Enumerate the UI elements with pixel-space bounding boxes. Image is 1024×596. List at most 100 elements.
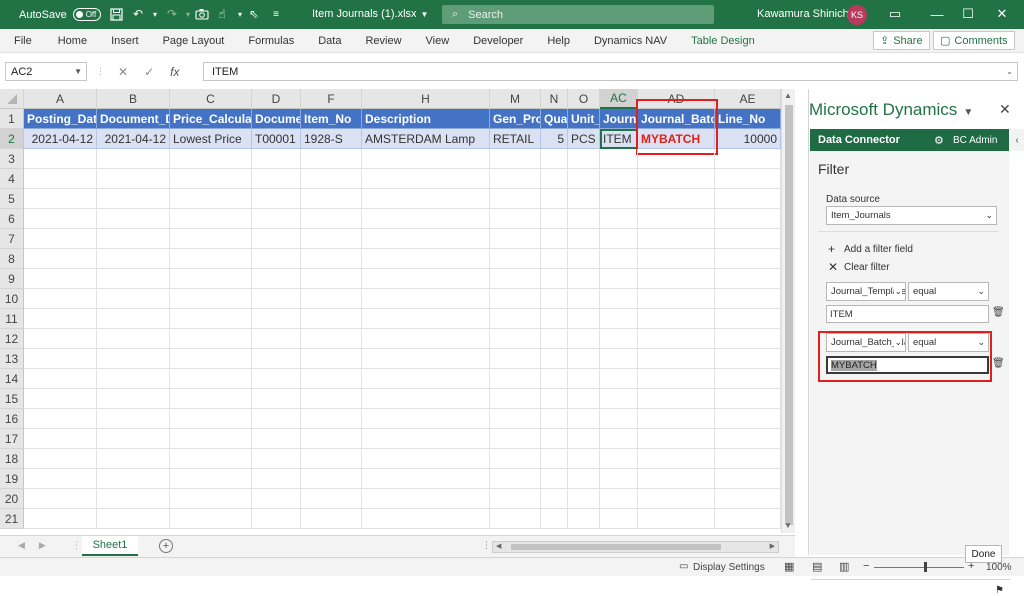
grid-cell[interactable] [301, 289, 362, 309]
grid-cell[interactable] [600, 389, 638, 409]
grid-cell[interactable] [97, 469, 170, 489]
grid-cell[interactable] [24, 329, 97, 349]
row-header[interactable]: 2 [0, 129, 24, 149]
grid-cell[interactable] [541, 269, 568, 289]
grid-cell[interactable] [600, 409, 638, 429]
grid-cell[interactable] [170, 269, 252, 289]
grid-cell[interactable] [541, 469, 568, 489]
grid-cell[interactable] [301, 469, 362, 489]
grid-cell[interactable] [568, 429, 600, 449]
column-header[interactable]: N [541, 89, 568, 109]
grid-cell[interactable] [715, 349, 781, 369]
grid-cell[interactable] [715, 249, 781, 269]
grid-cell[interactable] [600, 489, 638, 509]
grid-cell[interactable] [362, 429, 490, 449]
grid-cell[interactable] [568, 369, 600, 389]
grid-cell[interactable] [638, 189, 715, 209]
grid-cell[interactable] [170, 469, 252, 489]
grid-cell[interactable] [301, 329, 362, 349]
table-header-cell[interactable]: Item_No [301, 109, 362, 129]
grid-cell[interactable] [97, 229, 170, 249]
grid-cell[interactable] [97, 509, 170, 529]
table-cell[interactable]: AMSTERDAM Lamp [362, 129, 490, 149]
tab-review[interactable]: Review [353, 35, 413, 47]
grid-cell[interactable] [170, 349, 252, 369]
grid-cell[interactable] [490, 429, 541, 449]
grid-cell[interactable] [170, 489, 252, 509]
grid-cell[interactable] [362, 249, 490, 269]
horizontal-scrollbar[interactable]: ◀ ▶ [492, 541, 779, 553]
grid-cell[interactable] [362, 389, 490, 409]
grid-cell[interactable] [568, 269, 600, 289]
grid-cell[interactable] [638, 149, 715, 169]
row-header[interactable]: 17 [0, 429, 24, 449]
grid-cell[interactable] [568, 169, 600, 189]
grid-cell[interactable] [600, 269, 638, 289]
camera-icon[interactable] [194, 6, 210, 22]
grid-cell[interactable] [638, 309, 715, 329]
grid-cell[interactable] [715, 269, 781, 289]
grid-cell[interactable] [170, 189, 252, 209]
grid-cell[interactable] [252, 169, 301, 189]
grid-cell[interactable] [568, 409, 600, 429]
grid-cell[interactable] [715, 429, 781, 449]
grid-cell[interactable] [490, 369, 541, 389]
grid-cell[interactable] [252, 149, 301, 169]
table-header-cell[interactable]: Document_No [252, 109, 301, 129]
table-cell[interactable]: T00001 [252, 129, 301, 149]
grid-cell[interactable] [24, 229, 97, 249]
row-header[interactable]: 6 [0, 209, 24, 229]
tab-developer[interactable]: Developer [461, 35, 535, 47]
tab-page-layout[interactable]: Page Layout [151, 35, 237, 47]
grid-cell[interactable] [170, 229, 252, 249]
grid-cell[interactable] [638, 449, 715, 469]
grid-cell[interactable] [24, 489, 97, 509]
grid-cell[interactable] [715, 449, 781, 469]
grid-cell[interactable] [490, 149, 541, 169]
grid-cell[interactable] [362, 509, 490, 529]
table-cell[interactable]: PCS [568, 129, 600, 149]
grid-cell[interactable] [24, 349, 97, 369]
cancel-icon[interactable]: ✕ [118, 65, 128, 79]
grid-cell[interactable] [301, 489, 362, 509]
grid-cell[interactable] [638, 249, 715, 269]
grid-cell[interactable] [362, 349, 490, 369]
grid-cell[interactable] [97, 349, 170, 369]
column-header[interactable]: M [490, 89, 541, 109]
grid-cell[interactable] [252, 429, 301, 449]
grid-cell[interactable] [170, 209, 252, 229]
flag-icon[interactable]: ⚑ [995, 585, 1004, 596]
row-header[interactable]: 11 [0, 309, 24, 329]
grid-cell[interactable] [24, 209, 97, 229]
grid-cell[interactable] [568, 229, 600, 249]
grid-cell[interactable] [600, 169, 638, 189]
display-settings-icon[interactable]: ▭ [679, 561, 688, 572]
display-settings-button[interactable]: Display Settings [693, 562, 765, 573]
grid-cell[interactable] [600, 289, 638, 309]
grid-cell[interactable] [541, 449, 568, 469]
grid-cell[interactable] [24, 149, 97, 169]
grid-cell[interactable] [541, 509, 568, 529]
grid-cell[interactable] [301, 369, 362, 389]
close-icon[interactable]: ✕ [999, 101, 1011, 118]
column-header[interactable]: AE [715, 89, 781, 109]
minimize-icon[interactable]: — [922, 4, 952, 24]
grid-cell[interactable] [362, 189, 490, 209]
undo-dropdown-icon[interactable]: ▾ [147, 6, 163, 22]
done-button[interactable]: Done [965, 545, 1002, 563]
grid-cell[interactable] [568, 309, 600, 329]
row-header[interactable]: 5 [0, 189, 24, 209]
grid-cell[interactable] [170, 169, 252, 189]
save-icon[interactable] [108, 6, 124, 22]
grid-cell[interactable] [24, 369, 97, 389]
row-header[interactable]: 7 [0, 229, 24, 249]
grid-cell[interactable] [362, 369, 490, 389]
grid-cell[interactable] [252, 489, 301, 509]
grid-cell[interactable] [362, 149, 490, 169]
grid-cell[interactable] [568, 489, 600, 509]
grid-cell[interactable] [541, 209, 568, 229]
grid-cell[interactable] [252, 209, 301, 229]
grid-cell[interactable] [541, 429, 568, 449]
grid-cell[interactable] [362, 449, 490, 469]
grid-cell[interactable] [638, 429, 715, 449]
